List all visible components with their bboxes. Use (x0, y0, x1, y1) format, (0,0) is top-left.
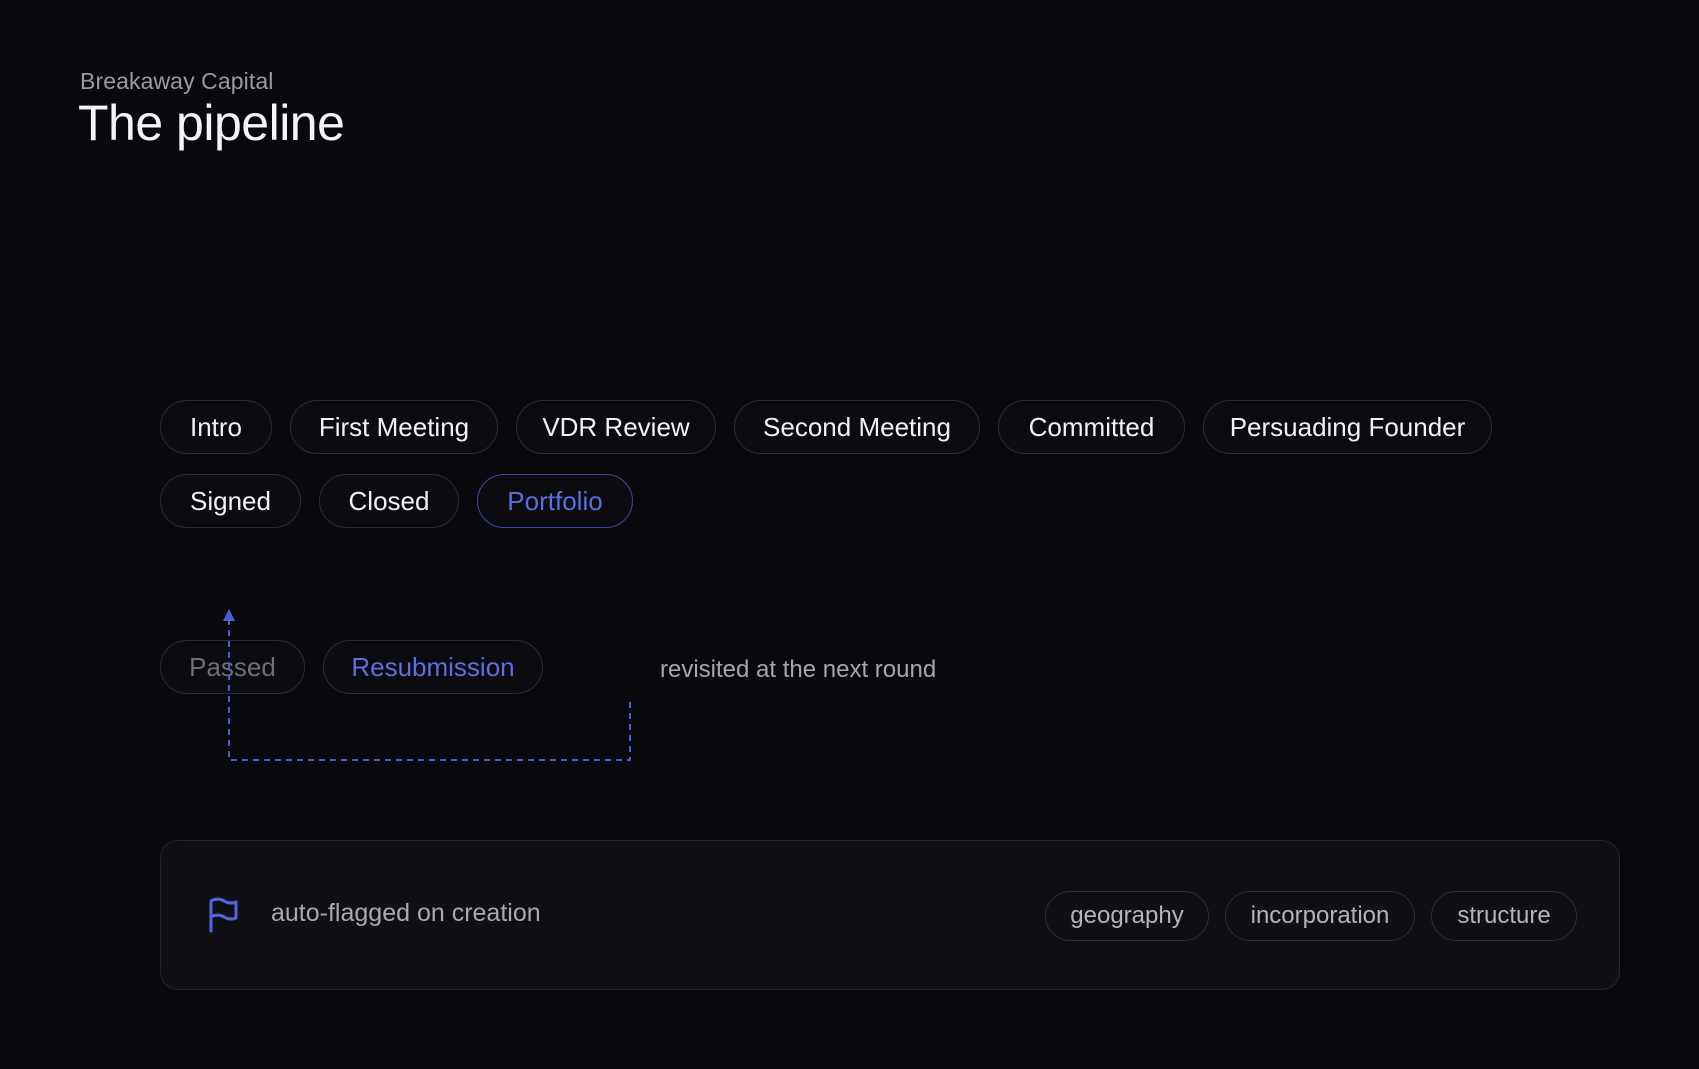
stage-persuading-founder[interactable]: Persuading Founder (1203, 400, 1492, 454)
stage-resubmission[interactable]: Resubmission (323, 640, 543, 694)
page-title: The pipeline (78, 95, 345, 151)
stage-committed[interactable]: Committed (998, 400, 1185, 454)
stage-passed[interactable]: Passed (160, 640, 305, 694)
stage-intro[interactable]: Intro (160, 400, 272, 454)
flag-icon (209, 897, 238, 933)
stage-closed[interactable]: Closed (319, 474, 459, 528)
tag-structure[interactable]: structure (1431, 891, 1577, 941)
tag-incorporation[interactable]: incorporation (1225, 891, 1415, 941)
loop-arrowhead (223, 609, 235, 621)
stage-second-meeting[interactable]: Second Meeting (734, 400, 980, 454)
stage-vdr-review[interactable]: VDR Review (516, 400, 716, 454)
auto-flag-panel: auto-flagged on creation geography incor… (160, 840, 1620, 990)
auto-flag-text: auto-flagged on creation (271, 899, 541, 927)
stage-portfolio[interactable]: Portfolio (477, 474, 633, 528)
pipeline-page: Breakaway Capital The pipeline Intro Fir… (0, 0, 1699, 1069)
stage-first-meeting[interactable]: First Meeting (290, 400, 498, 454)
stage-signed[interactable]: Signed (160, 474, 301, 528)
resubmission-note: revisited at the next round (660, 656, 937, 683)
tag-geography[interactable]: geography (1045, 891, 1209, 941)
company-name: Breakaway Capital (80, 68, 274, 94)
